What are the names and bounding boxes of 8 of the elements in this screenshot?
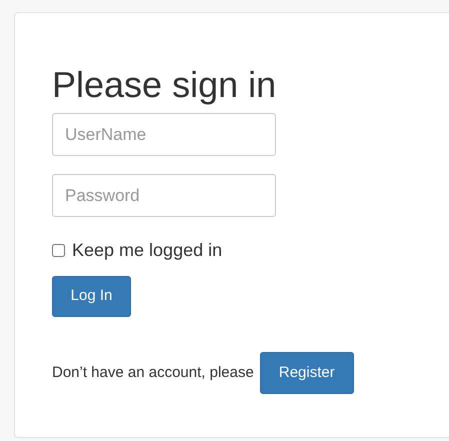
register-button[interactable]: Register	[260, 352, 354, 394]
remember-checkbox[interactable]	[52, 244, 65, 257]
login-button[interactable]: Log In	[52, 276, 131, 317]
page-title: Please sign in	[52, 63, 276, 107]
remember-label: Keep me logged in	[72, 239, 222, 262]
password-field[interactable]: Password	[52, 174, 276, 217]
register-prompt: Don’t have an account, please	[52, 362, 254, 383]
username-field[interactable]: UserName	[52, 113, 276, 156]
